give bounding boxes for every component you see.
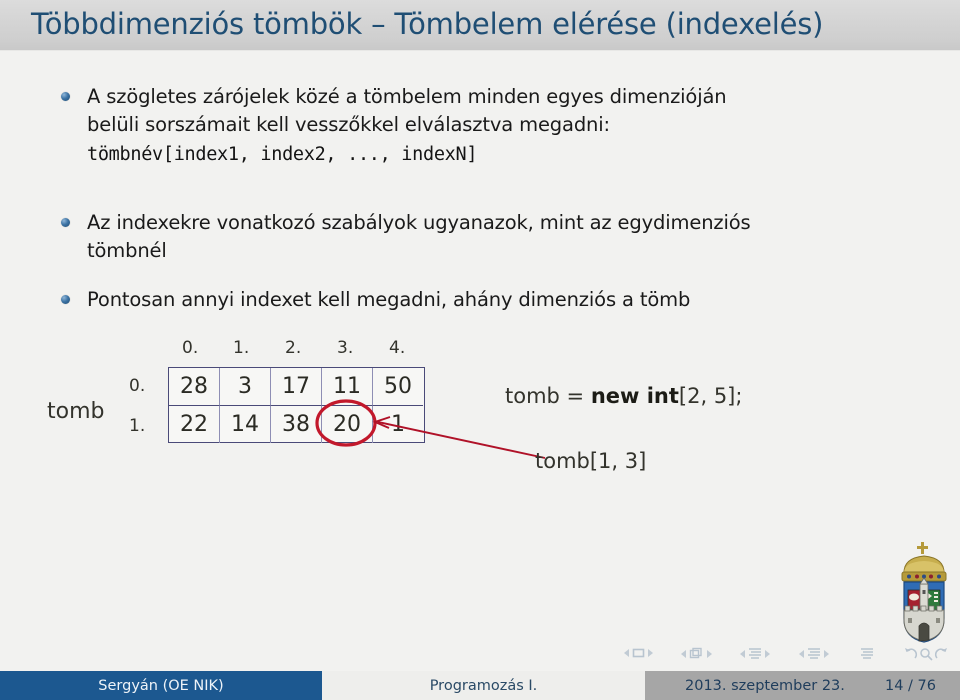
array-grid: 28 3 17 11 50 22 14 38 20 1	[168, 367, 425, 443]
bullet-3-line-1: Pontosan annyi indexet kell megadni, ahá…	[87, 288, 691, 311]
array-cell-1-0: 22	[169, 406, 220, 443]
array-cell-1-3: 20	[322, 406, 373, 443]
array-cell-1-1: 14	[220, 406, 271, 443]
array-cell-1-2: 38	[271, 406, 322, 443]
nav-frame-icon[interactable]	[632, 647, 645, 659]
nav-section-next-icon[interactable]	[765, 649, 770, 658]
crown-icon	[901, 542, 947, 582]
bullet-2-line-1: Az indexekre vonatkozó szabályok ugyanaz…	[87, 211, 751, 234]
column-header-4: 4.	[389, 338, 406, 358]
array-cell-0-1: 3	[220, 368, 271, 406]
nav-forward-icon[interactable]	[934, 647, 949, 661]
footer-page-number: 14 / 76	[884, 677, 936, 694]
obuda-university-logo	[901, 542, 947, 643]
array-cell-0-3: 11	[322, 368, 373, 406]
array-cell-0-0: 28	[169, 368, 220, 406]
nav-subsection-next-icon[interactable]	[707, 649, 712, 658]
nav-part-prev-icon[interactable]	[799, 649, 804, 658]
array-cell-1-4: 1	[391, 412, 405, 437]
beamer-navigation-bar	[0, 645, 960, 667]
bullet-1-line-1: A szögletes zárójelek közé a tömbelem mi…	[87, 85, 727, 108]
column-header-0: 0.	[182, 338, 199, 358]
array-cell-0-2: 17	[271, 368, 322, 406]
nav-search-icon[interactable]	[919, 647, 933, 661]
row-header-1: 1.	[129, 416, 146, 436]
bullet-dot-icon	[61, 295, 70, 304]
row-header-0: 0.	[129, 376, 146, 396]
bullet-dot-icon	[61, 92, 70, 101]
nav-back-icon[interactable]	[903, 647, 918, 661]
pointer-arrow-line	[377, 421, 546, 459]
footer-right: 2013. szeptember 23. 14 / 76	[645, 671, 960, 700]
nav-group-subsection[interactable]	[681, 647, 712, 660]
slide-title-bar: Többdimenziós tömbök – Tömbelem elérése …	[0, 0, 960, 51]
column-header-2: 2.	[285, 338, 302, 358]
nav-subsection-prev-icon[interactable]	[681, 649, 686, 658]
code-declaration-post: [2, 5];	[678, 384, 743, 408]
nav-group-frame[interactable]	[624, 647, 653, 659]
nav-group-part[interactable]	[799, 647, 829, 660]
bullet-2-line-2: tömbnél	[87, 239, 167, 262]
page-title: Többdimenziós tömbök – Tömbelem elérése …	[31, 7, 824, 41]
code-declaration-keyword: new int	[590, 384, 679, 408]
gate-icon	[918, 622, 930, 642]
nav-group-history[interactable]	[903, 647, 949, 661]
array-name-label: tomb	[47, 399, 105, 424]
array-cell-0-4: 50	[373, 368, 423, 406]
code-access: tomb[1, 3]	[535, 449, 647, 473]
nav-part-icon[interactable]	[807, 647, 821, 660]
nav-frame-prev-icon[interactable]	[624, 649, 629, 657]
column-header-1: 1.	[233, 338, 250, 358]
pointer-arrow-head-icon	[372, 416, 391, 429]
bullet-dot-icon	[61, 218, 70, 227]
footer-author: Sergyán (OE NIK)	[0, 671, 322, 700]
bullet-1-line-2: belüli sorszámait kell vesszőkkel elvála…	[87, 113, 610, 136]
highlight-ellipse-icon	[315, 399, 377, 447]
slide-content: A szögletes zárójelek közé a tömbelem mi…	[0, 51, 960, 666]
nav-frame-next-icon[interactable]	[648, 649, 653, 657]
nav-part-next-icon[interactable]	[824, 649, 829, 658]
slide-footer: Sergyán (OE NIK) Programozás I. 2013. sz…	[0, 671, 960, 700]
footer-course: Programozás I.	[322, 671, 645, 700]
nav-section-icon[interactable]	[748, 647, 762, 660]
code-declaration: tomb = new int[2, 5];	[505, 384, 742, 408]
nav-doc-icon[interactable]	[860, 647, 874, 660]
shield-charge-left-detail	[909, 593, 919, 601]
nav-subsection-icon[interactable]	[689, 647, 704, 660]
footer-date: 2013. szeptember 23.	[685, 677, 845, 694]
column-header-3: 3.	[337, 338, 354, 358]
nav-section-prev-icon[interactable]	[740, 649, 745, 658]
code-declaration-pre: tomb =	[505, 384, 591, 408]
bullet-1-code: tömbnév[index1, index2, ..., indexN]	[87, 144, 478, 165]
nav-group-section[interactable]	[740, 647, 770, 660]
nav-group-document[interactable]	[860, 647, 874, 660]
